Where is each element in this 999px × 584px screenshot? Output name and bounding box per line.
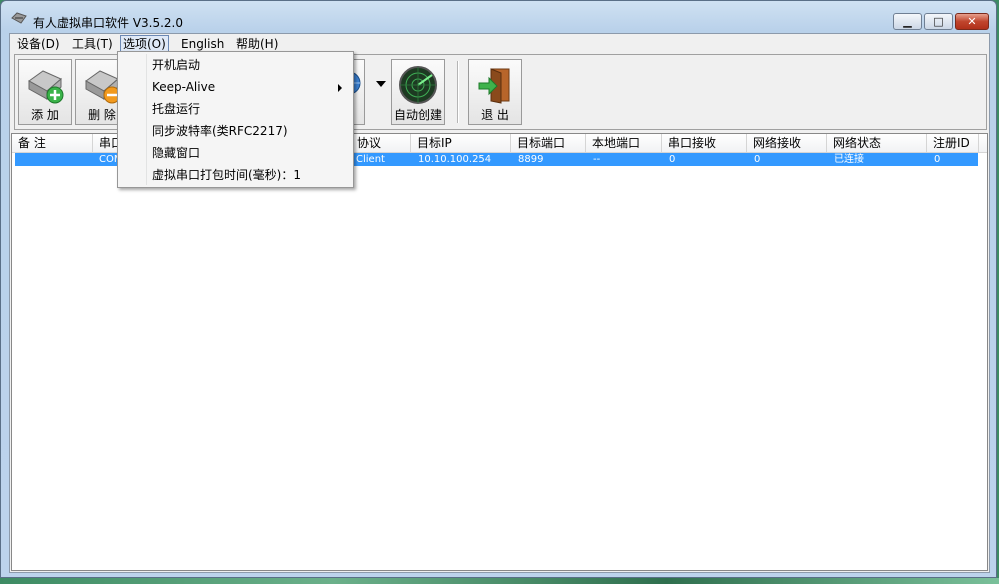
menu-device[interactable]: 设备(D) — [15, 35, 62, 53]
cell-serial-rx: 0 — [669, 154, 676, 165]
close-button[interactable]: ✕ — [955, 13, 989, 30]
menu-item-label: 虚拟串口打包时间(毫秒)：1 — [152, 168, 301, 182]
options-dropdown-menu: 开机启动 Keep-Alive 托盘运行 同步波特率(类RFC2217) 隐藏窗… — [117, 51, 354, 188]
col-remark[interactable]: 备 注 — [12, 134, 93, 152]
toolbar-separator — [457, 61, 459, 123]
menu-item-label: 隐藏窗口 — [152, 146, 201, 160]
col-target-port[interactable]: 目标端口 — [511, 134, 586, 152]
menu-item-label: Keep-Alive — [152, 80, 216, 94]
menu-item-tray[interactable]: 托盘运行 — [121, 98, 350, 120]
title-bar[interactable]: 有人虚拟串口软件 V3.5.2.0 ▁ □ ✕ — [1, 1, 996, 33]
cell-net-status: 已连接 — [834, 154, 864, 165]
add-label: 添 加 — [31, 108, 59, 122]
auto-create-label: 自动创建 — [393, 108, 442, 122]
cell-target-ip: 10.10.100.254 — [418, 154, 492, 165]
exit-label: 退 出 — [481, 108, 509, 122]
radar-icon — [399, 66, 437, 104]
chevron-right-icon — [338, 84, 342, 92]
menu-item-label: 开机启动 — [152, 58, 201, 72]
maximize-button[interactable]: □ — [924, 13, 953, 30]
add-device-icon — [28, 70, 64, 104]
cell-protocol: Client — [356, 154, 385, 165]
window-title: 有人虚拟串口软件 V3.5.2.0 — [33, 16, 184, 30]
close-icon: ✕ — [967, 15, 977, 28]
menu-item-autostart[interactable]: 开机启动 — [121, 54, 350, 76]
col-local-port[interactable]: 本地端口 — [586, 134, 662, 152]
maximize-icon: □ — [933, 15, 944, 28]
cell-local-port: -- — [593, 154, 601, 165]
cell-target-port: 8899 — [518, 154, 544, 165]
menu-item-hide-window[interactable]: 隐藏窗口 — [121, 142, 350, 164]
exit-button[interactable]: 退 出 — [468, 59, 522, 125]
col-reg-id[interactable]: 注册ID — [927, 134, 979, 152]
col-protocol[interactable]: 协议 — [351, 134, 411, 152]
delete-device-icon — [85, 70, 121, 104]
auto-create-button[interactable]: 自动创建 — [391, 59, 445, 125]
menu-item-pack-time[interactable]: 虚拟串口打包时间(毫秒)：1 — [121, 164, 350, 186]
menu-item-keep-alive[interactable]: Keep-Alive — [121, 76, 350, 98]
app-icon — [11, 12, 27, 24]
menu-item-sync-baud[interactable]: 同步波特率(类RFC2217) — [121, 120, 350, 142]
cell-reg-id: 0 — [934, 154, 941, 165]
exit-door-icon — [478, 68, 510, 104]
col-net-status[interactable]: 网络状态 — [827, 134, 927, 152]
desktop-background — [0, 578, 999, 584]
menu-item-label: 托盘运行 — [152, 102, 201, 116]
col-net-rx[interactable]: 网络接收 — [747, 134, 827, 152]
col-serial-rx[interactable]: 串口接收 — [662, 134, 747, 152]
add-button[interactable]: 添 加 — [18, 59, 72, 125]
minimize-button[interactable]: ▁ — [893, 13, 922, 30]
menu-tools[interactable]: 工具(T) — [70, 35, 115, 53]
chevron-down-icon[interactable] — [376, 81, 386, 87]
connection-list[interactable]: 备 注 串口 协议 目标IP 目标端口 本地端口 串口接收 网络接收 网络状态 … — [11, 133, 988, 571]
cell-net-rx: 0 — [754, 154, 761, 165]
menu-item-label: 同步波特率(类RFC2217) — [152, 124, 288, 138]
col-target-ip[interactable]: 目标IP — [411, 134, 511, 152]
minimize-icon: ▁ — [903, 15, 912, 28]
